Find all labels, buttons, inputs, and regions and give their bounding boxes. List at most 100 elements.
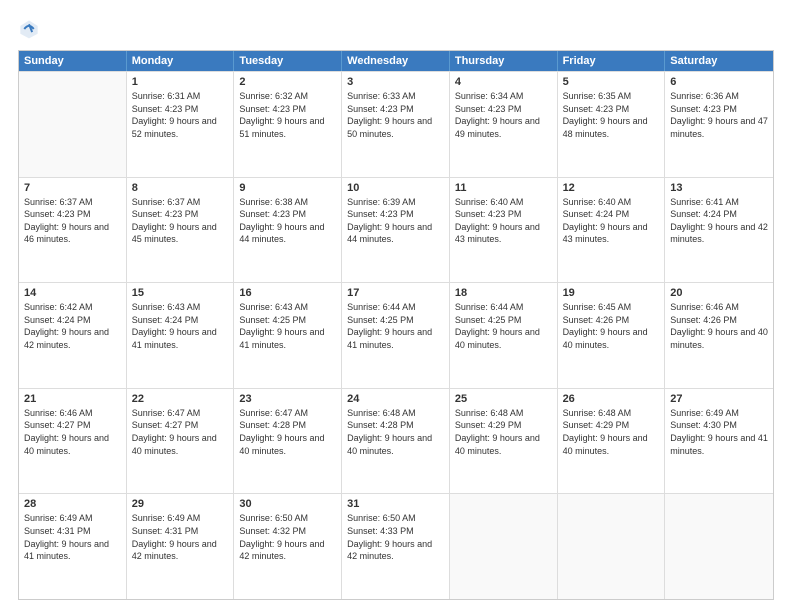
day-number: 30 — [239, 498, 336, 510]
day-number: 14 — [24, 287, 121, 299]
calendar-week-row: 7 Sunrise: 6:37 AMSunset: 4:23 PMDaylight… — [19, 177, 773, 283]
day-number: 15 — [132, 287, 229, 299]
day-number: 13 — [670, 182, 768, 194]
calendar-cell — [450, 494, 558, 599]
calendar-cell: 29 Sunrise: 6:49 AMSunset: 4:31 PMDayligh… — [127, 494, 235, 599]
calendar-page: SundayMondayTuesdayWednesdayThursdayFrid… — [0, 0, 792, 612]
sun-info: Sunrise: 6:37 AMSunset: 4:23 PMDaylight:… — [132, 196, 229, 246]
sun-info: Sunrise: 6:40 AMSunset: 4:23 PMDaylight:… — [455, 196, 552, 246]
calendar-cell: 15 Sunrise: 6:43 AMSunset: 4:24 PMDayligh… — [127, 283, 235, 388]
calendar-cell: 17Sunrise: 6:44 AMSunset: 4:25 PMDayligh… — [342, 283, 450, 388]
sun-info: Sunrise: 6:32 AMSunset: 4:23 PMDaylight:… — [239, 90, 336, 140]
calendar-cell: 31 Sunrise: 6:50 AMSunset: 4:33 PMDayligh… — [342, 494, 450, 599]
calendar-cell: 26 Sunrise: 6:48 AMSunset: 4:29 PMDayligh… — [558, 389, 666, 494]
calendar-cell: 12Sunrise: 6:40 AMSunset: 4:24 PMDayligh… — [558, 178, 666, 283]
calendar-cell: 11 Sunrise: 6:40 AMSunset: 4:23 PMDayligh… — [450, 178, 558, 283]
weekday-header: Monday — [127, 51, 235, 71]
day-number: 23 — [239, 393, 336, 405]
logo-icon — [18, 18, 40, 40]
sun-info: Sunrise: 6:40 AMSunset: 4:24 PMDaylight:… — [563, 196, 660, 246]
sun-info: Sunrise: 6:42 AMSunset: 4:24 PMDaylight:… — [24, 301, 121, 351]
calendar: SundayMondayTuesdayWednesdayThursdayFrid… — [18, 50, 774, 600]
sun-info: Sunrise: 6:46 AMSunset: 4:27 PMDaylight:… — [24, 407, 121, 457]
day-number: 2 — [239, 76, 336, 88]
day-number: 8 — [132, 182, 229, 194]
calendar-cell: 9 Sunrise: 6:38 AMSunset: 4:23 PMDaylight… — [234, 178, 342, 283]
calendar-cell: 1 Sunrise: 6:31 AMSunset: 4:23 PMDaylight… — [127, 72, 235, 177]
sun-info: Sunrise: 6:35 AMSunset: 4:23 PMDaylight:… — [563, 90, 660, 140]
sun-info: Sunrise: 6:46 AMSunset: 4:26 PMDaylight:… — [670, 301, 768, 351]
sun-info: Sunrise: 6:49 AMSunset: 4:30 PMDaylight:… — [670, 407, 768, 457]
sun-info: Sunrise: 6:47 AMSunset: 4:28 PMDaylight:… — [239, 407, 336, 457]
calendar-cell: 25Sunrise: 6:48 AMSunset: 4:29 PMDayligh… — [450, 389, 558, 494]
sun-info: Sunrise: 6:48 AMSunset: 4:28 PMDaylight:… — [347, 407, 444, 457]
sun-info: Sunrise: 6:44 AMSunset: 4:25 PMDaylight:… — [347, 301, 444, 351]
page-header — [18, 18, 774, 40]
logo — [18, 18, 44, 40]
calendar-week-row: 1 Sunrise: 6:31 AMSunset: 4:23 PMDaylight… — [19, 71, 773, 177]
sun-info: Sunrise: 6:44 AMSunset: 4:25 PMDaylight:… — [455, 301, 552, 351]
day-number: 18 — [455, 287, 552, 299]
day-number: 3 — [347, 76, 444, 88]
calendar-cell — [665, 494, 773, 599]
day-number: 31 — [347, 498, 444, 510]
sun-info: Sunrise: 6:37 AMSunset: 4:23 PMDaylight:… — [24, 196, 121, 246]
sun-info: Sunrise: 6:50 AMSunset: 4:32 PMDaylight:… — [239, 512, 336, 562]
calendar-header-row: SundayMondayTuesdayWednesdayThursdayFrid… — [19, 51, 773, 71]
day-number: 1 — [132, 76, 229, 88]
weekday-header: Saturday — [665, 51, 773, 71]
sun-info: Sunrise: 6:39 AMSunset: 4:23 PMDaylight:… — [347, 196, 444, 246]
day-number: 21 — [24, 393, 121, 405]
day-number: 22 — [132, 393, 229, 405]
day-number: 28 — [24, 498, 121, 510]
calendar-cell: 21 Sunrise: 6:46 AMSunset: 4:27 PMDayligh… — [19, 389, 127, 494]
sun-info: Sunrise: 6:31 AMSunset: 4:23 PMDaylight:… — [132, 90, 229, 140]
sun-info: Sunrise: 6:41 AMSunset: 4:24 PMDaylight:… — [670, 196, 768, 246]
calendar-cell: 14 Sunrise: 6:42 AMSunset: 4:24 PMDayligh… — [19, 283, 127, 388]
calendar-cell: 16Sunrise: 6:43 AMSunset: 4:25 PMDayligh… — [234, 283, 342, 388]
day-number: 29 — [132, 498, 229, 510]
calendar-cell: 8 Sunrise: 6:37 AMSunset: 4:23 PMDaylight… — [127, 178, 235, 283]
sun-info: Sunrise: 6:43 AMSunset: 4:24 PMDaylight:… — [132, 301, 229, 351]
sun-info: Sunrise: 6:47 AMSunset: 4:27 PMDaylight:… — [132, 407, 229, 457]
calendar-body: 1 Sunrise: 6:31 AMSunset: 4:23 PMDaylight… — [19, 71, 773, 599]
sun-info: Sunrise: 6:50 AMSunset: 4:33 PMDaylight:… — [347, 512, 444, 562]
weekday-header: Wednesday — [342, 51, 450, 71]
sun-info: Sunrise: 6:49 AMSunset: 4:31 PMDaylight:… — [132, 512, 229, 562]
sun-info: Sunrise: 6:36 AMSunset: 4:23 PMDaylight:… — [670, 90, 768, 140]
day-number: 24 — [347, 393, 444, 405]
calendar-cell — [558, 494, 666, 599]
day-number: 11 — [455, 182, 552, 194]
calendar-cell: 18 Sunrise: 6:44 AMSunset: 4:25 PMDayligh… — [450, 283, 558, 388]
weekday-header: Friday — [558, 51, 666, 71]
day-number: 5 — [563, 76, 660, 88]
weekday-header: Sunday — [19, 51, 127, 71]
day-number: 4 — [455, 76, 552, 88]
calendar-cell: 27Sunrise: 6:49 AMSunset: 4:30 PMDayligh… — [665, 389, 773, 494]
calendar-cell: 28 Sunrise: 6:49 AMSunset: 4:31 PMDayligh… — [19, 494, 127, 599]
day-number: 16 — [239, 287, 336, 299]
calendar-cell: 5 Sunrise: 6:35 AMSunset: 4:23 PMDaylight… — [558, 72, 666, 177]
calendar-cell: 24 Sunrise: 6:48 AMSunset: 4:28 PMDayligh… — [342, 389, 450, 494]
day-number: 10 — [347, 182, 444, 194]
calendar-cell: 10 Sunrise: 6:39 AMSunset: 4:23 PMDayligh… — [342, 178, 450, 283]
day-number: 9 — [239, 182, 336, 194]
day-number: 19 — [563, 287, 660, 299]
day-number: 7 — [24, 182, 121, 194]
day-number: 6 — [670, 76, 768, 88]
calendar-cell: 20Sunrise: 6:46 AMSunset: 4:26 PMDayligh… — [665, 283, 773, 388]
calendar-cell: 30 Sunrise: 6:50 AMSunset: 4:32 PMDayligh… — [234, 494, 342, 599]
day-number: 26 — [563, 393, 660, 405]
calendar-week-row: 21 Sunrise: 6:46 AMSunset: 4:27 PMDayligh… — [19, 388, 773, 494]
sun-info: Sunrise: 6:49 AMSunset: 4:31 PMDaylight:… — [24, 512, 121, 562]
weekday-header: Tuesday — [234, 51, 342, 71]
sun-info: Sunrise: 6:48 AMSunset: 4:29 PMDaylight:… — [563, 407, 660, 457]
calendar-cell: 2 Sunrise: 6:32 AMSunset: 4:23 PMDaylight… — [234, 72, 342, 177]
calendar-cell: 7 Sunrise: 6:37 AMSunset: 4:23 PMDaylight… — [19, 178, 127, 283]
calendar-cell: 23 Sunrise: 6:47 AMSunset: 4:28 PMDayligh… — [234, 389, 342, 494]
calendar-cell: 3Sunrise: 6:33 AMSunset: 4:23 PMDaylight… — [342, 72, 450, 177]
calendar-week-row: 28 Sunrise: 6:49 AMSunset: 4:31 PMDayligh… — [19, 493, 773, 599]
sun-info: Sunrise: 6:48 AMSunset: 4:29 PMDaylight:… — [455, 407, 552, 457]
calendar-cell: 22 Sunrise: 6:47 AMSunset: 4:27 PMDayligh… — [127, 389, 235, 494]
sun-info: Sunrise: 6:38 AMSunset: 4:23 PMDaylight:… — [239, 196, 336, 246]
